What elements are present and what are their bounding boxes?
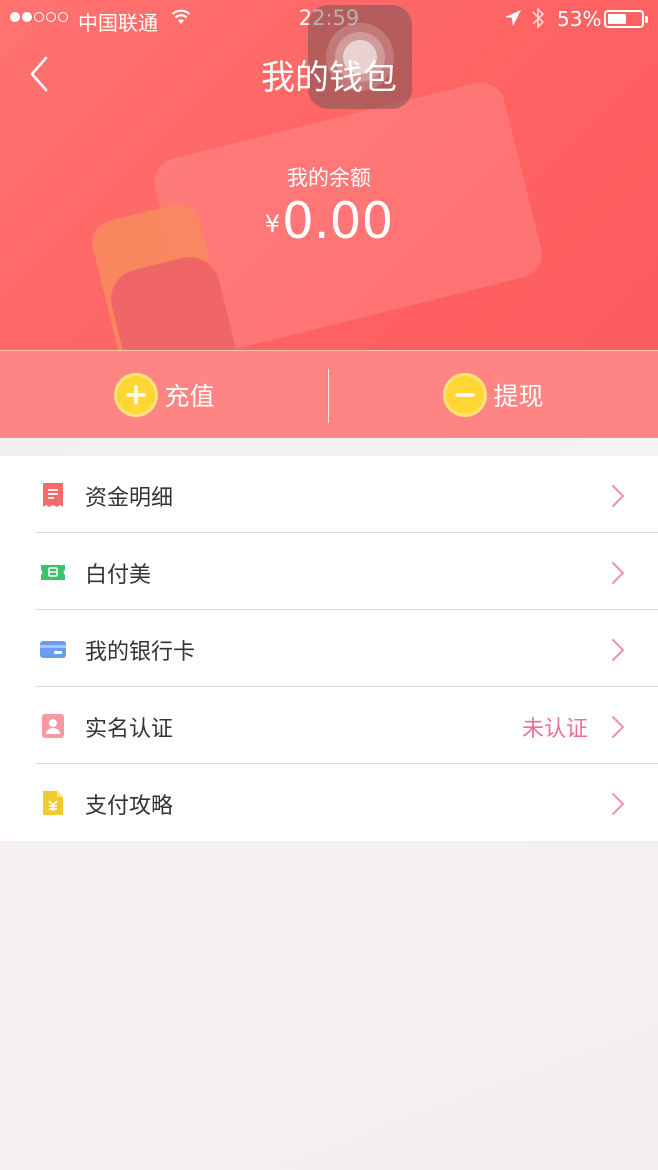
menu-item-label: 资金明细 (85, 486, 174, 511)
menu-item-bank-cards[interactable]: 我的银行卡 (0, 610, 658, 687)
menu-item-real-name-verification[interactable]: 实名认证 未认证 (0, 687, 658, 764)
battery-icon (604, 10, 648, 28)
menu-item-payment-guide[interactable]: 支付攻略 (0, 764, 658, 841)
menu-item-label: 实名认证 (85, 717, 174, 742)
menu-item-label: 白付美 (85, 563, 152, 588)
currency-symbol: ¥ (264, 210, 280, 238)
wallet-menu: 资金明细 白付美 我的银行卡 实名认证 未认证 支付攻略 (0, 456, 658, 841)
withdraw-button[interactable]: 提现 (329, 351, 658, 439)
menu-item-label: 支付攻略 (85, 794, 174, 819)
page-title: 我的钱包 (261, 58, 397, 98)
chevron-right-icon (612, 639, 624, 661)
balance-amount: ¥0.00 (0, 192, 658, 250)
minus-icon (443, 373, 488, 417)
bluetooth-icon (532, 7, 545, 29)
menu-item-label: 我的银行卡 (85, 640, 196, 665)
chevron-right-icon (612, 716, 624, 738)
id-card-icon (42, 714, 64, 738)
balance-label: 我的余额 (287, 166, 371, 190)
bank-card-icon (40, 641, 66, 658)
divider (328, 369, 329, 423)
recharge-label: 充值 (164, 382, 215, 411)
location-arrow-icon (505, 10, 521, 26)
ticket-icon (41, 565, 65, 580)
yen-document-icon (43, 791, 63, 815)
balance-value: 0.00 (281, 192, 394, 250)
wallet-header: 中国联通 22:59 53% 我的钱包 我的余额 ¥0.00 (0, 0, 658, 350)
wallet-actions: 充值 提现 (0, 350, 658, 438)
battery-percentage: 53% (557, 7, 602, 31)
recharge-button[interactable]: 充值 (0, 351, 329, 439)
menu-item-fund-details[interactable]: 资金明细 (0, 456, 658, 533)
chevron-right-icon (612, 562, 624, 584)
plus-icon (114, 373, 159, 417)
chevron-right-icon (612, 793, 624, 815)
withdraw-label: 提现 (493, 382, 544, 411)
chevron-right-icon (612, 485, 624, 507)
menu-item-baifumei[interactable]: 白付美 (0, 533, 658, 610)
receipt-icon (43, 483, 63, 507)
verification-status: 未认证 (521, 717, 588, 742)
